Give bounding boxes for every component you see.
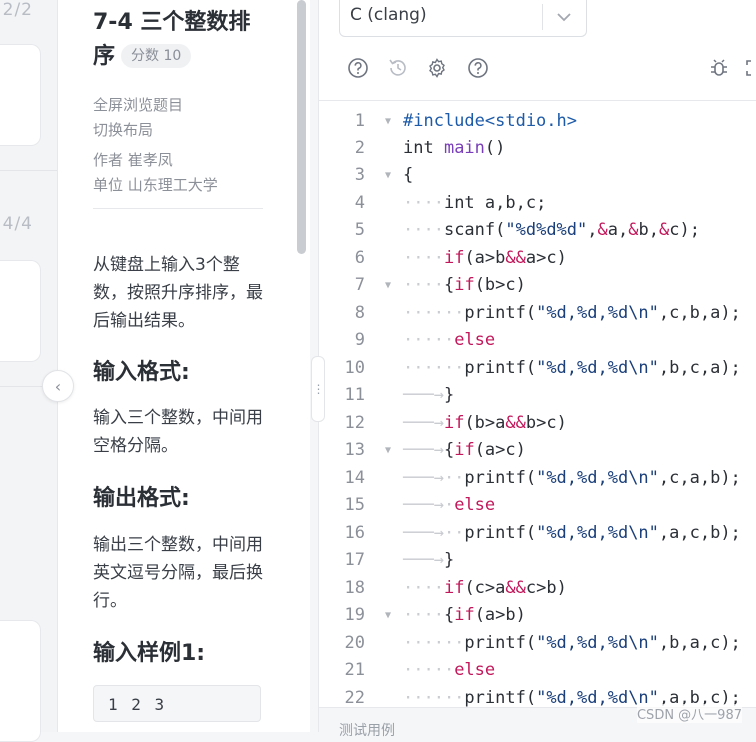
author-name: 崔孝凤 [127, 151, 173, 169]
sample-input-heading: 输入样例1: [93, 641, 206, 666]
line-number: 18 [344, 578, 365, 598]
settings-icon[interactable] [426, 57, 448, 79]
author-info: 作者 崔孝凤 [93, 149, 173, 170]
author-label: 作者 [93, 151, 124, 169]
test-case-label: 测试用例 [339, 723, 395, 739]
line-number: 21 [344, 660, 365, 680]
line-number: 17 [344, 550, 365, 570]
line-number: 3 [354, 165, 365, 185]
input-format-text: 输入三个整数，中间用空格分隔。 [93, 408, 263, 456]
code-line: 3 ▼{ [319, 162, 756, 189]
code-line: 20 ······printf("%d,%d,%d\n",b,a,c); [319, 630, 756, 657]
description-scrollbar[interactable] [297, 0, 306, 254]
drag-dots-icon: ⋮ [312, 382, 325, 396]
sample-input-box: 1 2 3 [93, 685, 261, 722]
code-line: 7 ▼ ····{if(b>c) [319, 272, 756, 299]
line-number: 14 [344, 468, 365, 488]
line-number: 2 [354, 138, 365, 158]
code-line: 21 ·····else [319, 657, 756, 684]
help-icon[interactable] [347, 57, 369, 79]
code-line: 9 ·····else [319, 327, 756, 354]
divider [93, 208, 263, 209]
switch-layout-link[interactable]: 切换布局 [93, 119, 153, 140]
line-number: 4 [354, 193, 365, 213]
line-number: 5 [354, 220, 365, 240]
line-number: 6 [354, 248, 365, 268]
output-format-text: 输出三个整数，中间用英文逗号分隔，最后换行。 [93, 535, 263, 611]
line-number: 10 [344, 358, 365, 378]
line-number: 22 [344, 688, 365, 707]
code-line: 5 ····scanf("%d%d%d",&a,&b,&c); [319, 217, 756, 244]
fold-arrow-icon: ▼ [385, 445, 392, 456]
line-number: 7 [354, 275, 365, 295]
language-select[interactable]: C (clang) [339, 0, 587, 37]
code-line: 2 int main() [319, 135, 756, 162]
code-line: 1 ▼ #include<stdio.h> [319, 108, 756, 135]
problem-list-strip: 2/2 4/4 [0, 0, 57, 742]
line-number: 20 [344, 633, 365, 653]
code-line: 17 ───→} [319, 547, 756, 574]
line-number: 9 [354, 330, 365, 350]
fold-arrow-icon: ▼ [385, 116, 392, 127]
collapse-panel-button[interactable]: ‹ [42, 370, 74, 402]
divider [542, 4, 543, 30]
code-line: 6 ····if(a>b&&a>c) [319, 245, 756, 272]
problem-description: 从键盘上输入3个整数，按照升序排序，最后输出结果。 [93, 255, 263, 331]
watermark: CSDN @八一987 [636, 704, 742, 723]
line-number: 8 [354, 303, 365, 323]
input-format-heading: 输入格式: [93, 360, 190, 385]
fold-arrow-icon: ▼ [385, 280, 392, 291]
code-editor-panel: C (clang) 1 ▼ #include<stdio.h> 2 int main(… [318, 0, 756, 739]
fullscreen-icon[interactable] [745, 57, 756, 79]
line-number: 16 [344, 523, 365, 543]
code-line: 12 ───→if(b>a&&b>c) [319, 410, 756, 437]
unit-label: 单位 [93, 176, 124, 194]
code-line: 13 ▼ ───→{if(a>c) [319, 437, 756, 464]
unit-name: 山东理工大学 [127, 176, 218, 194]
debug-icon[interactable] [708, 57, 730, 79]
problem-counter-bottom: 4/4 [2, 214, 33, 234]
code-editor[interactable]: 1 ▼ #include<stdio.h> 2 int main() 3 ▼{ 4 ···… [319, 101, 756, 707]
problem-card[interactable] [0, 260, 41, 362]
fold-arrow-icon: ▼ [385, 170, 392, 181]
score-badge: 分数 10 [121, 44, 192, 68]
line-number: 13 [344, 440, 365, 460]
question-icon[interactable] [467, 57, 489, 79]
code-line: 10 ······printf("%d,%d,%d\n",b,c,a); [319, 355, 756, 382]
history-icon[interactable] [387, 57, 409, 79]
code-line: 8 ······printf("%d,%d,%d\n",c,b,a); [319, 300, 756, 327]
line-number: 1 [354, 111, 365, 131]
fullscreen-link[interactable]: 全屏浏览题目 [93, 94, 183, 115]
code-line: 11 ───→} [319, 382, 756, 409]
code-line: 14 ───→··printf("%d,%d,%d\n",c,a,b); [319, 465, 756, 492]
line-number: 11 [344, 385, 365, 405]
resize-handle[interactable]: ⋮ [311, 356, 325, 422]
code-line: 19 ▼ ····{if(a>b) [319, 602, 756, 629]
line-number: 19 [344, 605, 365, 625]
problem-card[interactable] [0, 620, 41, 742]
unit-info: 单位 山东理工大学 [93, 174, 218, 195]
code-line: 16 ───→··printf("%d,%d,%d\n",a,c,b); [319, 520, 756, 547]
line-number: 12 [344, 413, 365, 433]
divider [0, 170, 57, 171]
chevron-down-icon [556, 4, 572, 34]
line-number: 15 [344, 495, 365, 515]
problem-counter-top: 2/2 [2, 0, 33, 20]
chevron-left-icon: ‹ [54, 376, 62, 396]
code-line: 4 ····int a,b,c; [319, 190, 756, 217]
problem-title: 7-4 三个整数排序 分数 10 [93, 6, 268, 74]
output-format-heading: 输出格式: [93, 486, 190, 511]
problem-description-panel: 7-4 三个整数排序 分数 10 全屏浏览题目 切换布局 作者 崔孝凤 单位 山东… [57, 0, 310, 732]
code-line: 15 ───→·else [319, 492, 756, 519]
problem-card[interactable] [0, 44, 41, 146]
language-value: C (clang) [350, 5, 427, 25]
code-line: 18 ····if(c>a&&c>b) [319, 575, 756, 602]
fold-arrow-icon: ▼ [385, 610, 392, 621]
